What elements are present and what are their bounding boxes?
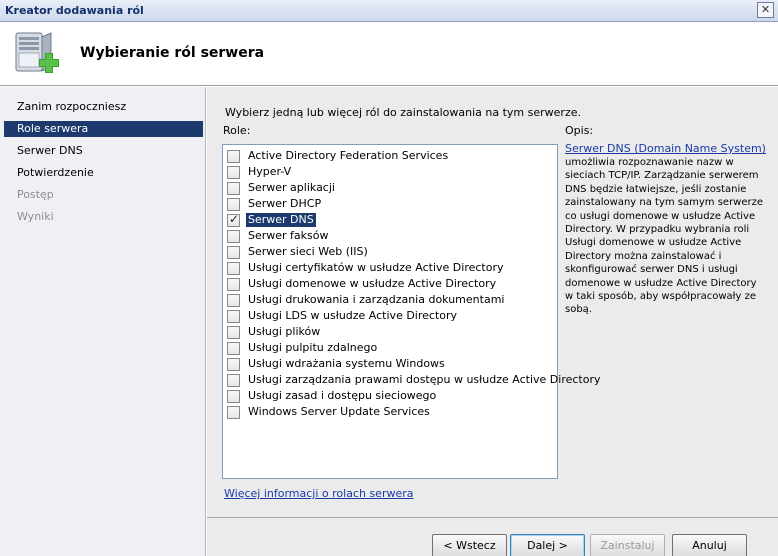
role-item[interactable]: Serwer faksów bbox=[227, 228, 331, 244]
role-checkbox[interactable] bbox=[227, 293, 240, 307]
role-item[interactable]: Windows Server Update Services bbox=[227, 404, 432, 420]
install-button: Zainstaluj bbox=[590, 534, 665, 556]
window-title: Kreator dodawania ról bbox=[5, 4, 144, 17]
server-add-icon bbox=[15, 32, 59, 73]
role-item[interactable]: Usługi pulpitu zdalnego bbox=[227, 340, 379, 356]
role-checkbox[interactable] bbox=[227, 197, 240, 211]
wizard-header: Wybieranie ról serwera bbox=[0, 22, 778, 86]
role-item[interactable]: Hyper-V bbox=[227, 164, 293, 180]
description-label: Opis: bbox=[565, 124, 594, 137]
role-checkbox[interactable] bbox=[227, 181, 240, 195]
role-checkbox[interactable] bbox=[227, 357, 240, 371]
role-checkbox[interactable] bbox=[227, 261, 240, 275]
page-title: Wybieranie ról serwera bbox=[80, 45, 265, 61]
role-checkbox[interactable] bbox=[227, 229, 240, 243]
role-checkbox[interactable] bbox=[227, 309, 240, 323]
role-item[interactable]: ✓ Serwer DNS bbox=[227, 212, 316, 228]
role-item[interactable]: Serwer sieci Web (IIS) bbox=[227, 244, 370, 260]
main-content: Wybierz jedną lub więcej ról do zainstal… bbox=[207, 87, 778, 517]
role-checkbox[interactable] bbox=[227, 341, 240, 355]
wizard-footer: < Wstecz Dalej > Zainstaluj Anuluj bbox=[207, 517, 778, 556]
description-text: umożliwia rozpoznawanie nazw w sieciach … bbox=[565, 157, 764, 316]
back-button[interactable]: < Wstecz bbox=[432, 534, 507, 556]
role-item[interactable]: Serwer DHCP bbox=[227, 196, 323, 212]
checkmark-icon: ✓ bbox=[229, 211, 240, 226]
nav-item-results: Wyniki bbox=[17, 210, 54, 223]
role-label[interactable]: Usługi zasad i dostępu sieciowego bbox=[246, 389, 438, 403]
role-checkbox[interactable] bbox=[227, 277, 240, 291]
role-label[interactable]: Usługi wdrażania systemu Windows bbox=[246, 357, 447, 371]
role-item[interactable]: Usługi zasad i dostępu sieciowego bbox=[227, 388, 438, 404]
role-checkbox[interactable] bbox=[227, 325, 240, 339]
role-item[interactable]: Usługi drukowania i zarządzania dokument… bbox=[227, 292, 506, 308]
wizard-steps-nav: Zanim rozpoczniesz Role serwera Serwer D… bbox=[0, 87, 206, 556]
role-label[interactable]: Usługi drukowania i zarządzania dokument… bbox=[246, 293, 506, 307]
role-label[interactable]: Usługi domenowe w usłudze Active Directo… bbox=[246, 277, 498, 291]
role-checkbox[interactable] bbox=[227, 149, 240, 163]
roles-list[interactable]: Active Directory Federation Services Hype… bbox=[222, 144, 601, 479]
cancel-button[interactable]: Anuluj bbox=[672, 534, 747, 556]
role-item[interactable]: Active Directory Federation Services bbox=[227, 148, 450, 164]
roles-label: Role: bbox=[223, 124, 251, 137]
role-label[interactable]: Serwer faksów bbox=[246, 229, 331, 243]
instruction-text: Wybierz jedną lub więcej ról do zainstal… bbox=[225, 106, 581, 119]
role-item[interactable]: Usługi domenowe w usłudze Active Directo… bbox=[227, 276, 498, 292]
nav-item-dns-server[interactable]: Serwer DNS bbox=[4, 143, 203, 159]
role-item[interactable]: Usługi wdrażania systemu Windows bbox=[227, 356, 447, 372]
role-label[interactable]: Usługi zarządzania prawami dostępu w usł… bbox=[246, 373, 603, 387]
role-item[interactable]: Usługi certyfikatów w usłudze Active Dir… bbox=[227, 260, 506, 276]
role-item[interactable]: Usługi LDS w usłudze Active Directory bbox=[227, 308, 459, 324]
more-info-link[interactable]: Więcej informacji o rolach serwera bbox=[224, 487, 414, 500]
role-label[interactable]: Windows Server Update Services bbox=[246, 405, 432, 419]
role-checkbox[interactable] bbox=[227, 373, 240, 387]
description-link[interactable]: Serwer DNS (Domain Name System) bbox=[565, 142, 766, 155]
role-label[interactable]: Serwer DHCP bbox=[246, 197, 323, 211]
nav-item-confirmation[interactable]: Potwierdzenie bbox=[4, 165, 203, 181]
role-item[interactable]: Serwer aplikacji bbox=[227, 180, 337, 196]
role-label[interactable]: Hyper-V bbox=[246, 165, 293, 179]
role-item[interactable]: Usługi zarządzania prawami dostępu w usł… bbox=[227, 372, 603, 388]
role-label[interactable]: Usługi pulpitu zdalnego bbox=[246, 341, 379, 355]
role-label[interactable]: Active Directory Federation Services bbox=[246, 149, 450, 163]
nav-item-before-you-begin[interactable]: Zanim rozpoczniesz bbox=[4, 99, 203, 115]
role-checkbox[interactable]: ✓ bbox=[227, 211, 240, 227]
nav-item-progress: Postęp bbox=[17, 188, 54, 201]
role-label[interactable]: Usługi LDS w usłudze Active Directory bbox=[246, 309, 459, 323]
role-label[interactable]: Serwer aplikacji bbox=[246, 181, 337, 195]
next-button[interactable]: Dalej > bbox=[510, 534, 585, 556]
role-label[interactable]: Serwer sieci Web (IIS) bbox=[246, 245, 370, 259]
nav-item-server-roles[interactable]: Role serwera bbox=[4, 121, 203, 137]
role-checkbox[interactable] bbox=[227, 245, 240, 259]
close-icon[interactable]: ✕ bbox=[757, 2, 774, 18]
role-checkbox[interactable] bbox=[227, 165, 240, 179]
role-item[interactable]: Usługi plików bbox=[227, 324, 322, 340]
role-label[interactable]: Usługi certyfikatów w usłudze Active Dir… bbox=[246, 261, 506, 275]
role-checkbox[interactable] bbox=[227, 389, 240, 403]
title-bar: Kreator dodawania ról ✕ bbox=[0, 0, 778, 22]
role-label[interactable]: Usługi plików bbox=[246, 325, 322, 339]
role-checkbox[interactable] bbox=[227, 405, 240, 419]
role-label[interactable]: Serwer DNS bbox=[246, 213, 316, 227]
